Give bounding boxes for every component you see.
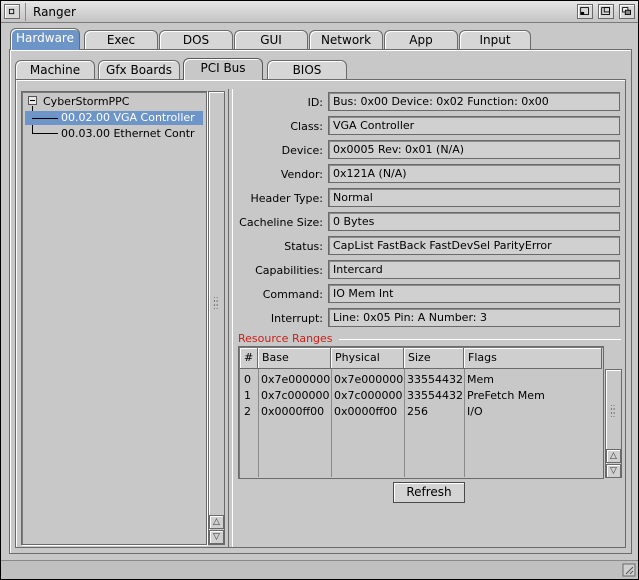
status-label: Status: [284,240,323,253]
column-divider [464,369,465,477]
device-tree[interactable] [21,91,207,545]
resource-ranges-title: Resource Ranges [238,332,333,345]
tab-gui[interactable]: GUI [234,30,308,50]
tree-scrollbar[interactable] [208,91,225,545]
cell-index: 1 [244,389,251,402]
subtab-gfx-boards[interactable]: Gfx Boards [98,60,180,80]
tab-hardware[interactable]: Hardware [10,28,80,50]
depth-button[interactable] [619,4,635,19]
column-header-flags[interactable]: Flags [464,348,602,369]
vendor-label: Vendor: [280,168,323,181]
cell-physical: 0x7e000000 [334,373,404,386]
cell-size: 33554432 [407,373,463,386]
column-divider [404,369,405,477]
cell-index: 2 [244,405,251,418]
scroll-grip-icon: :::::: [610,402,616,419]
status-value: CapList FastBack FastDevSel ParityError [328,236,620,255]
tab-input[interactable]: Input [459,30,531,50]
class-label: Class: [290,120,323,133]
cell-flags: PreFetch Mem [467,389,545,402]
command-label: Command: [262,288,323,301]
title-separator [25,3,26,21]
cacheline-size-label: Cacheline Size: [239,216,323,229]
resize-icon[interactable] [622,563,636,577]
cell-physical: 0x0000ff00 [334,405,398,418]
subtab-bios[interactable]: BIOS [267,60,347,80]
interrupt-label: Interrupt: [270,312,323,325]
id-label: ID: [307,96,323,109]
cell-physical: 0x7c000000 [334,389,403,402]
cell-flags: I/O [467,405,483,418]
title-bar[interactable]: Ranger [1,1,638,23]
refresh-button[interactable]: Refresh [393,482,465,503]
cell-size: 256 [407,405,428,418]
scroll-grip-icon: :::::: [213,294,219,311]
id-value: Bus: 0x00 Device: 0x02 Function: 0x00 [328,92,620,111]
subtab-machine[interactable]: Machine [15,60,95,80]
header-type-label: Header Type: [250,192,323,205]
tree-root-label[interactable]: CyberStormPPC [43,95,129,108]
column-divider [258,369,259,477]
column-header-index[interactable]: # [240,348,258,369]
zoom-button[interactable] [598,4,614,19]
scroll-up-button[interactable]: △ [209,515,224,529]
cell-flags: Mem [467,373,494,386]
cacheline-size-value: 0 Bytes [328,212,620,231]
iconify-button[interactable] [577,4,593,19]
list-scroll-up-button[interactable]: △ [606,449,621,463]
column-header-physical[interactable]: Physical [331,348,404,369]
subtab-pci-bus[interactable]: PCI Bus [183,58,263,80]
close-icon [8,8,15,15]
cell-base: 0x7c000000 [261,389,330,402]
iconify-icon [580,7,589,15]
zoom-icon [601,7,610,15]
command-value: IO Mem Int [328,284,620,303]
class-value: VGA Controller [328,116,620,135]
device-value: 0x0005 Rev: 0x01 (N/A) [328,140,620,159]
tab-exec[interactable]: Exec [84,30,158,50]
group-separator [339,339,621,340]
tab-dos[interactable]: DOS [159,30,233,50]
column-header-size[interactable]: Size [404,348,464,369]
vendor-value: 0x121A (N/A) [328,164,620,183]
column-header-base[interactable]: Base [258,348,331,369]
depth-icon [622,7,631,15]
collapse-icon[interactable] [28,96,37,105]
cell-base: 0x0000ff00 [261,405,325,418]
interrupt-value: Line: 0x05 Pin: A Number: 3 [328,308,620,327]
device-label: Device: [281,144,323,157]
cell-index: 0 [244,373,251,386]
window-title: Ranger [33,5,76,19]
cell-base: 0x7e000000 [261,373,331,386]
scroll-down-button[interactable]: ▽ [209,530,224,544]
ranger-window: Ranger Hardware Exec DOS GUI Network App… [0,0,639,580]
window-bottom-border [1,560,638,579]
tab-app[interactable]: App [384,30,458,50]
tree-connector [32,133,58,134]
tree-item-ethernet-controller[interactable]: 00.03.00 Ethernet Contr [61,127,201,141]
header-type-value: Normal [328,188,620,207]
cell-size: 33554432 [407,389,463,402]
tab-network[interactable]: Network [309,30,383,50]
capabilities-label: Capabilities: [255,264,323,277]
close-button[interactable] [4,4,20,19]
tree-connector [32,118,58,119]
column-divider [331,369,332,477]
list-scroll-down-button[interactable]: ▽ [606,464,621,478]
capabilities-value: Intercard [328,260,620,279]
